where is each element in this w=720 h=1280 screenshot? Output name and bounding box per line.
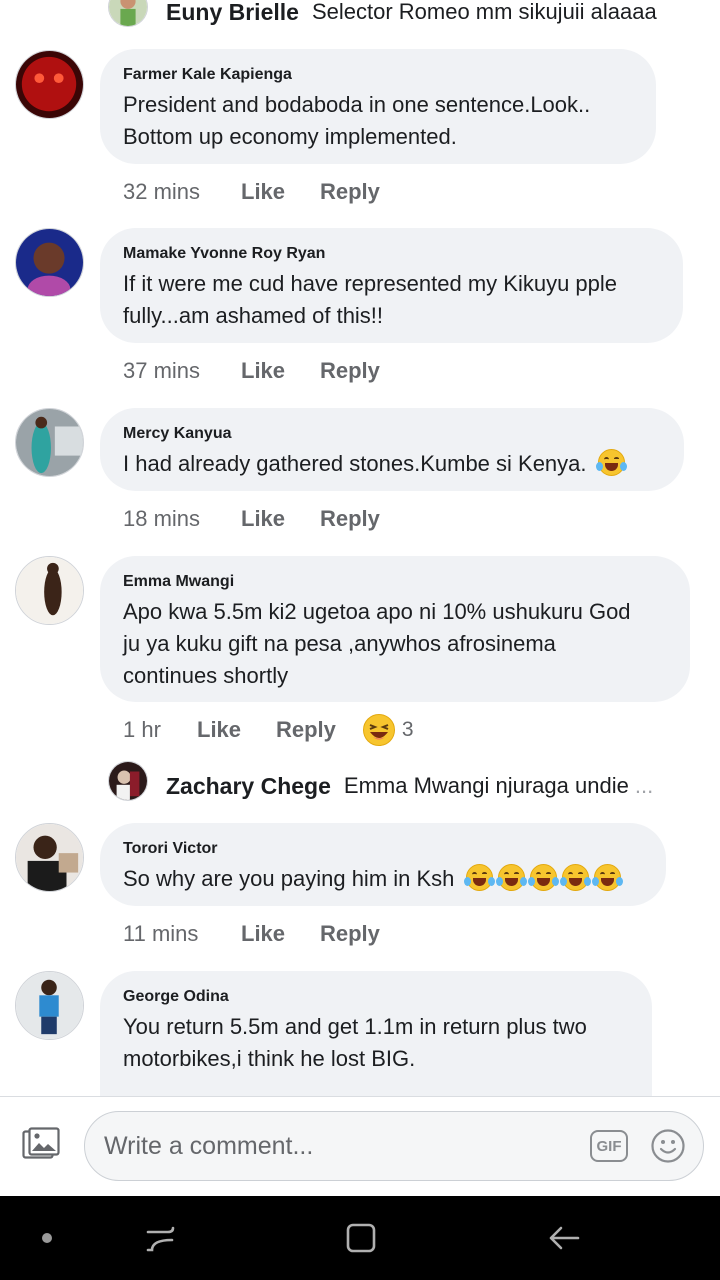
comment-text: You return 5.5m and get 1.1m in return p… [123, 1014, 587, 1071]
home-icon[interactable] [343, 1220, 379, 1256]
laughing-crying-emoji-icon [591, 864, 623, 891]
comment-composer: Write a comment... GIF [0, 1096, 720, 1196]
comment-text: If it were me cud have represented my Ki… [123, 271, 618, 328]
like-button[interactable]: Like [241, 179, 320, 205]
comment-actions: 11 mins Like Reply [123, 919, 380, 949]
comment-bubble[interactable]: Mamake Yvonne Roy Ryan If it were me cud… [100, 228, 683, 343]
reply-author[interactable]: Euny Brielle [166, 0, 299, 26]
reaction-count: 3 [401, 718, 414, 741]
comment-text: Apo kwa 5.5m ki2 ugetoa apo ni 10% ushuk… [123, 599, 631, 688]
reply-button[interactable]: Reply [320, 506, 380, 532]
comment-bubble[interactable]: Farmer Kale Kapienga President and bodab… [100, 49, 656, 164]
comment-feed: Euny Brielle Selector Romeo mm sikujuii … [0, 0, 720, 1096]
reply-ellipsis: ... [634, 773, 654, 798]
smiley-icon[interactable] [651, 1129, 685, 1163]
system-nav-bar [0, 1196, 720, 1280]
like-button[interactable]: Like [241, 358, 320, 384]
reply-preview[interactable]: Euny Brielle Selector Romeo mm sikujuii … [108, 0, 657, 32]
comment-text: So why are you paying him in Ksh [123, 863, 644, 895]
reply-text: Emma Mwangi njuraga undie [343, 773, 629, 798]
comment-time[interactable]: 37 mins [123, 358, 241, 384]
comment-author[interactable]: Mercy Kanyua [123, 424, 662, 444]
reply-button[interactable]: Reply [320, 179, 380, 205]
comment-time[interactable]: 11 mins [123, 921, 241, 947]
avatar[interactable] [15, 228, 84, 297]
like-button[interactable]: Like [241, 921, 320, 947]
comment-text: President and bodaboda in one sentence.L… [123, 92, 591, 149]
comment-actions: 32 mins Like Reply [123, 177, 380, 207]
comment-author[interactable]: Torori Victor [123, 839, 644, 859]
comment-input[interactable]: Write a comment... GIF [84, 1111, 704, 1181]
avatar[interactable] [15, 823, 84, 892]
avatar[interactable] [15, 971, 84, 1040]
gif-icon[interactable]: GIF [590, 1130, 628, 1162]
laughing-crying-emoji-icon [595, 449, 627, 476]
laughing-crying-emoji-icon [495, 864, 527, 891]
comment-time[interactable]: 18 mins [123, 506, 241, 532]
reply-text: Selector Romeo mm sikujuii alaaaa [311, 0, 657, 24]
comment-author[interactable]: George Odina [123, 987, 630, 1007]
comment-time[interactable]: 32 mins [123, 179, 241, 205]
comment-input-placeholder: Write a comment... [104, 1132, 314, 1160]
avatar[interactable] [15, 556, 84, 625]
laughing-crying-emoji-icon [463, 864, 495, 891]
reply-preview[interactable]: Zachary Chege Emma Mwangi njuraga undie … [108, 766, 653, 806]
comment-actions: 37 mins Like Reply [123, 356, 380, 386]
comment-actions: 1 hr Like Reply 3 [123, 713, 414, 747]
avatar[interactable] [15, 50, 84, 119]
like-button[interactable]: Like [241, 506, 320, 532]
comment-bubble[interactable]: Emma Mwangi Apo kwa 5.5m ki2 ugetoa apo … [100, 556, 690, 702]
comment-author[interactable]: Emma Mwangi [123, 572, 668, 592]
recent-apps-icon[interactable] [142, 1220, 178, 1256]
reply-button[interactable]: Reply [320, 921, 380, 947]
reaction-summary[interactable]: 3 [362, 713, 414, 747]
laughing-crying-emoji-icon [559, 864, 591, 891]
reply-button[interactable]: Reply [320, 358, 380, 384]
comment-bubble[interactable]: George Odina You return 5.5m and get 1.1… [100, 971, 652, 1096]
comment-bubble[interactable]: Mercy Kanyua I had already gathered ston… [100, 408, 684, 491]
laughing-crying-emoji-icon [527, 864, 559, 891]
comment-time[interactable]: 1 hr [123, 717, 197, 743]
comment-actions: 18 mins Like Reply [123, 504, 380, 534]
nav-dot-icon[interactable] [29, 1220, 65, 1256]
reply-button[interactable]: Reply [276, 717, 336, 743]
like-button[interactable]: Like [197, 717, 276, 743]
haha-reaction-icon [362, 714, 395, 746]
comment-bubble[interactable]: Torori Victor So why are you paying him … [100, 823, 666, 906]
reply-author[interactable]: Zachary Chege [166, 773, 331, 800]
comment-author[interactable]: Farmer Kale Kapienga [123, 65, 634, 85]
avatar[interactable] [15, 408, 84, 477]
comment-text: I had already gathered stones.Kumbe si K… [123, 448, 662, 480]
back-icon[interactable] [546, 1220, 582, 1256]
comment-author[interactable]: Mamake Yvonne Roy Ryan [123, 244, 661, 264]
photo-icon[interactable] [22, 1127, 60, 1163]
